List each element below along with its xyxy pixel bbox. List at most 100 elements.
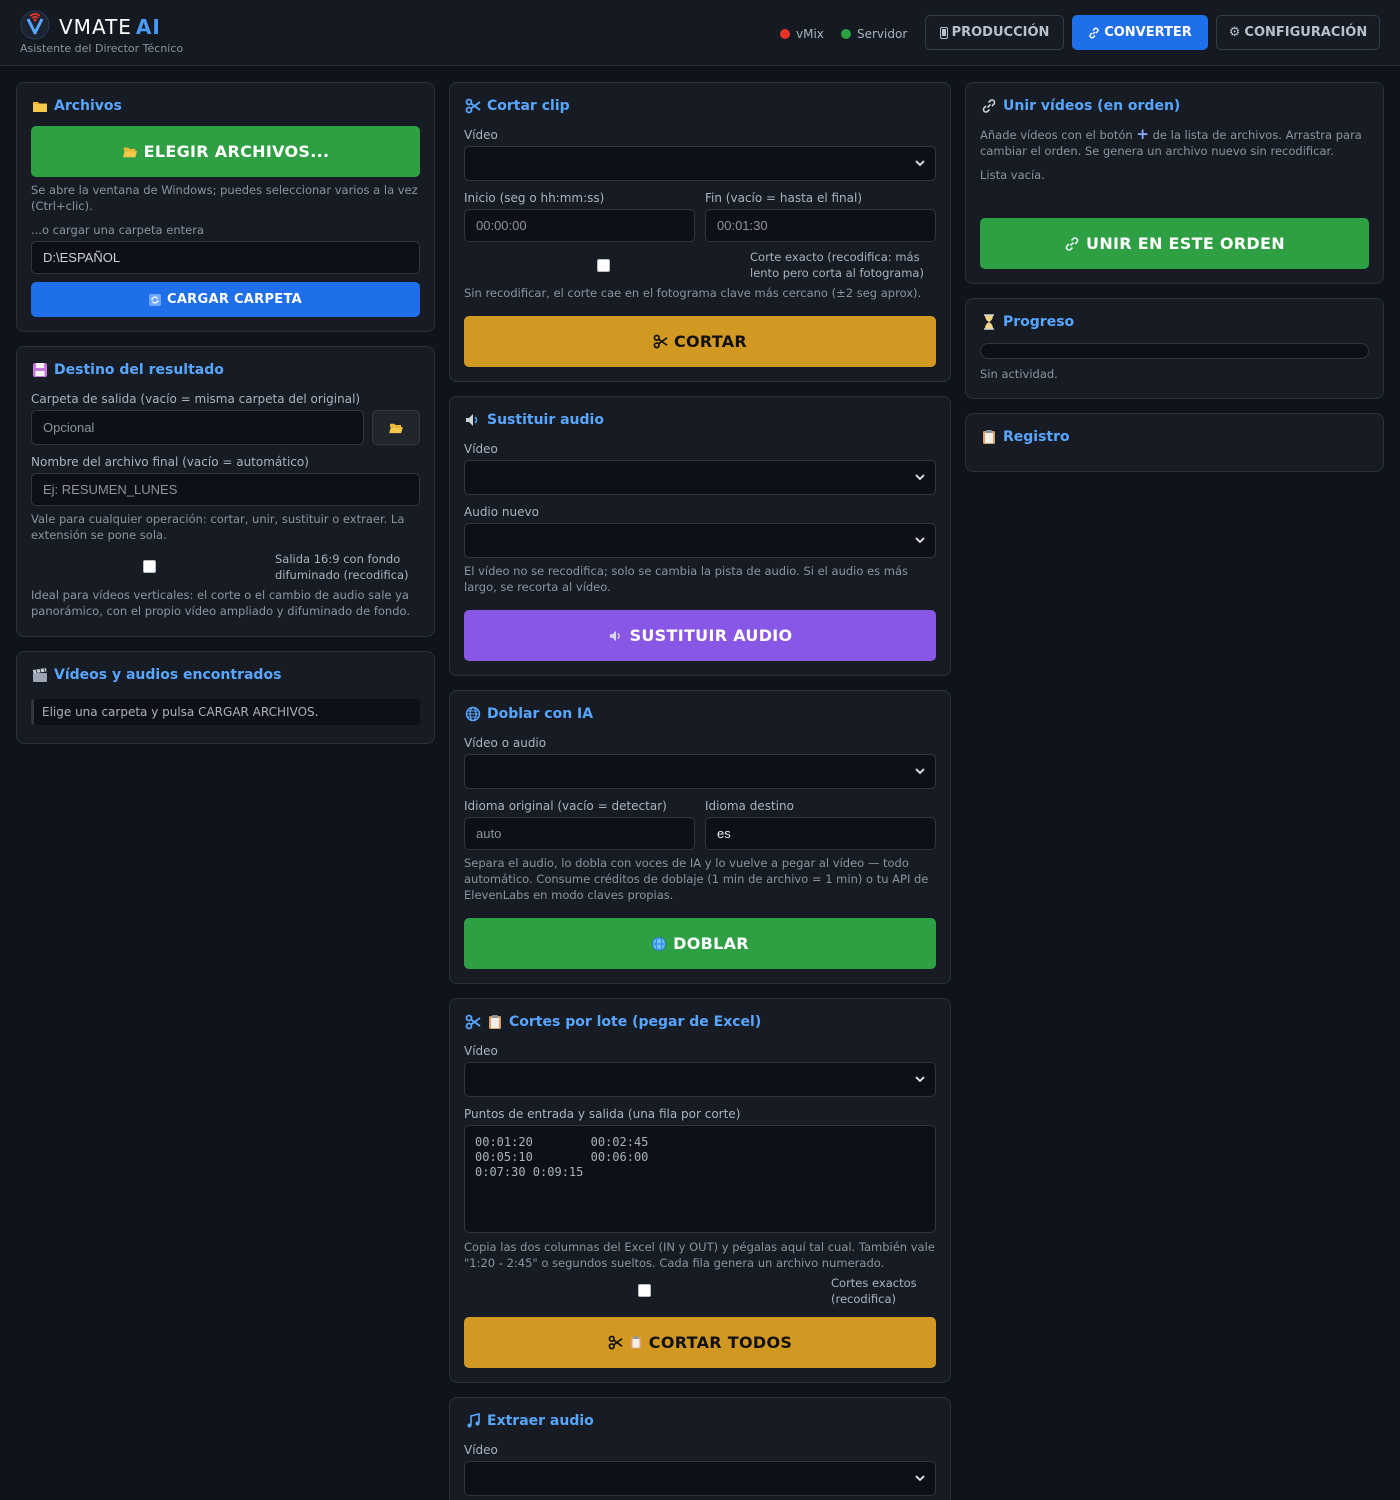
lote-card: Cortes por lote (pegar de Excel) Vídeo P… xyxy=(449,998,951,1383)
browse-folder-button[interactable] xyxy=(372,410,420,445)
vmix-status-dot xyxy=(780,29,790,39)
globe-icon xyxy=(652,936,667,951)
cortar-title: Cortar clip xyxy=(465,98,570,114)
tab-converter-label: CONVERTER xyxy=(1104,25,1192,40)
load-folder-button[interactable]: CARGAR CARPETA xyxy=(31,282,420,317)
tab-converter[interactable]: CONVERTER xyxy=(1072,15,1208,50)
scissors-icon xyxy=(465,1014,481,1030)
tab-produccion[interactable]: PRODUCCIÓN xyxy=(925,15,1064,50)
scissors-icon xyxy=(653,334,668,349)
doblar-card: Doblar con IA Vídeo o audio Idioma origi… xyxy=(449,690,951,984)
end-time-input[interactable]: 00:01:30 xyxy=(705,209,936,242)
destino-title-text: Destino del resultado xyxy=(54,362,224,378)
server-status-dot xyxy=(841,29,851,39)
progress-bar xyxy=(980,343,1369,359)
doblar-button[interactable]: DOBLAR xyxy=(464,918,936,969)
clipboard-icon xyxy=(630,1336,642,1349)
clapperboard-icon xyxy=(33,668,47,682)
app-header: VMATE AI Asistente del Director Técnico v… xyxy=(0,0,1400,66)
lote-video-select[interactable] xyxy=(464,1062,936,1097)
progreso-card: Progreso Sin actividad. xyxy=(965,298,1384,399)
chevron-down-icon xyxy=(915,474,925,481)
lote-title-text: Cortes por lote (pegar de Excel) xyxy=(509,1014,762,1030)
end-time-label: Fin (vacío = hasta el final) xyxy=(705,191,863,205)
exact-batch-checkbox[interactable] xyxy=(638,1284,651,1297)
sustituir-audio-button[interactable]: SUSTITUIR AUDIO xyxy=(464,610,936,661)
blur-16-9-checkbox[interactable] xyxy=(143,560,156,573)
unir-button[interactable]: UNIR EN ESTE ORDEN xyxy=(980,218,1369,269)
sustituir-card: Sustituir audio Vídeo Audio nuevo El víd… xyxy=(449,396,951,676)
points-label: Puntos de entrada y salida (una fila por… xyxy=(464,1107,741,1121)
destino-card: Destino del resultado Carpeta de salida … xyxy=(16,346,435,637)
globe-icon xyxy=(465,706,481,722)
doblar-hint: Separa el audio, lo dobla con voces de I… xyxy=(464,856,929,902)
tab-produccion-label: PRODUCCIÓN xyxy=(951,25,1050,40)
extraer-title-text: Extraer audio xyxy=(487,1413,594,1429)
encontrados-title: Vídeos y audios encontrados xyxy=(32,667,281,683)
link-icon xyxy=(1065,236,1079,251)
output-folder-input[interactable]: Opcional xyxy=(31,410,364,445)
output-folder-label: Carpeta de salida (vacío = misma carpeta… xyxy=(31,392,361,406)
lote-hint: Copia las dos columnas del Excel (IN y O… xyxy=(464,1240,935,1270)
music-note-icon xyxy=(467,1413,480,1428)
vmix-status-label: vMix xyxy=(796,27,824,41)
output-name-input[interactable]: Ej: RESUMEN_LUNES xyxy=(31,473,420,506)
cortar-button[interactable]: CORTAR xyxy=(464,316,936,367)
registro-title: Registro xyxy=(981,429,1070,445)
tab-configuracion[interactable]: ⚙ CONFIGURACIÓN xyxy=(1216,15,1380,50)
cortar-video-select[interactable] xyxy=(464,146,936,181)
choose-files-button[interactable]: ELEGIR ARCHIVOS... xyxy=(31,126,420,177)
gear-icon: ⚙ xyxy=(1228,25,1241,40)
doblar-media-select[interactable] xyxy=(464,754,936,789)
sustituir-video-select[interactable] xyxy=(464,460,936,495)
tab-configuracion-label: CONFIGURACIÓN xyxy=(1244,25,1368,40)
progreso-title: Progreso xyxy=(981,314,1074,330)
extraer-video-label: Vídeo xyxy=(464,1443,498,1457)
folder-path-input[interactable]: D:\ESPAÑOL xyxy=(31,241,420,274)
destino-title: Destino del resultado xyxy=(32,362,224,378)
unir-card: Unir vídeos (en orden) Añade vídeos con … xyxy=(965,82,1384,284)
chevron-down-icon xyxy=(915,537,925,544)
orig-lang-input[interactable]: auto xyxy=(464,817,695,850)
doblar-title-text: Doblar con IA xyxy=(487,706,594,722)
unir-hint: Añade vídeos con el botón + de la lista … xyxy=(980,127,1370,159)
dest-lang-input[interactable]: es xyxy=(705,817,936,850)
unir-hint-a: Añade vídeos con el botón xyxy=(980,128,1133,142)
brand-title: VMATE AI xyxy=(59,15,161,39)
points-textarea[interactable]: 00:01:20 00:02:45 00:05:10 00:06:00 0:07… xyxy=(464,1125,936,1233)
brand-ai: AI xyxy=(135,15,161,39)
choose-files-label: ELEGIR ARCHIVOS... xyxy=(143,142,330,161)
new-audio-label: Audio nuevo xyxy=(464,505,539,519)
sustituir-audio-label: SUSTITUIR AUDIO xyxy=(629,626,793,645)
sustituir-title: Sustituir audio xyxy=(465,412,604,428)
unir-button-label: UNIR EN ESTE ORDEN xyxy=(1086,234,1285,253)
new-audio-select[interactable] xyxy=(464,523,936,558)
exact-batch-label: Cortes exactos (recodifica) xyxy=(831,1276,917,1306)
sustituir-hint: El vídeo no se recodifica; solo se cambi… xyxy=(464,564,909,594)
output-name-label: Nombre del archivo final (vacío = automá… xyxy=(31,455,309,469)
server-status-label: Servidor xyxy=(857,27,908,41)
chevron-down-icon xyxy=(915,160,925,167)
doblar-button-label: DOBLAR xyxy=(673,934,749,953)
cortar-button-label: CORTAR xyxy=(673,332,748,351)
exact-cut-checkbox[interactable] xyxy=(597,259,610,272)
start-time-input[interactable]: 00:00:00 xyxy=(464,209,695,242)
chevron-down-icon xyxy=(915,1475,925,1482)
choose-files-hint: Se abre la ventana de Windows; puedes se… xyxy=(31,183,418,213)
archivos-card: Archivos ELEGIR ARCHIVOS... Se abre la v… xyxy=(16,82,435,332)
archivos-title-text: Archivos xyxy=(54,98,122,114)
cortar-card: Cortar clip Vídeo Inicio (seg o hh:mm:ss… xyxy=(449,82,951,382)
orig-lang-label: Idioma original (vacío = detectar) xyxy=(464,799,667,813)
extraer-video-select[interactable] xyxy=(464,1461,936,1496)
link-icon xyxy=(1089,27,1099,38)
logo-icon xyxy=(20,10,50,40)
open-folder-icon xyxy=(122,147,137,157)
brand-name: VMATE xyxy=(59,15,132,39)
unir-title-text: Unir vídeos (en orden) xyxy=(1003,98,1181,114)
cortar-todos-button[interactable]: CORTAR TODOS xyxy=(464,1317,936,1368)
doblar-media-label: Vídeo o audio xyxy=(464,736,547,750)
cortar-video-label: Vídeo xyxy=(464,128,498,142)
folder-label: ...o cargar una carpeta entera xyxy=(31,223,204,237)
clipboard-icon xyxy=(489,1015,501,1029)
progress-status: Sin actividad. xyxy=(980,367,1058,381)
